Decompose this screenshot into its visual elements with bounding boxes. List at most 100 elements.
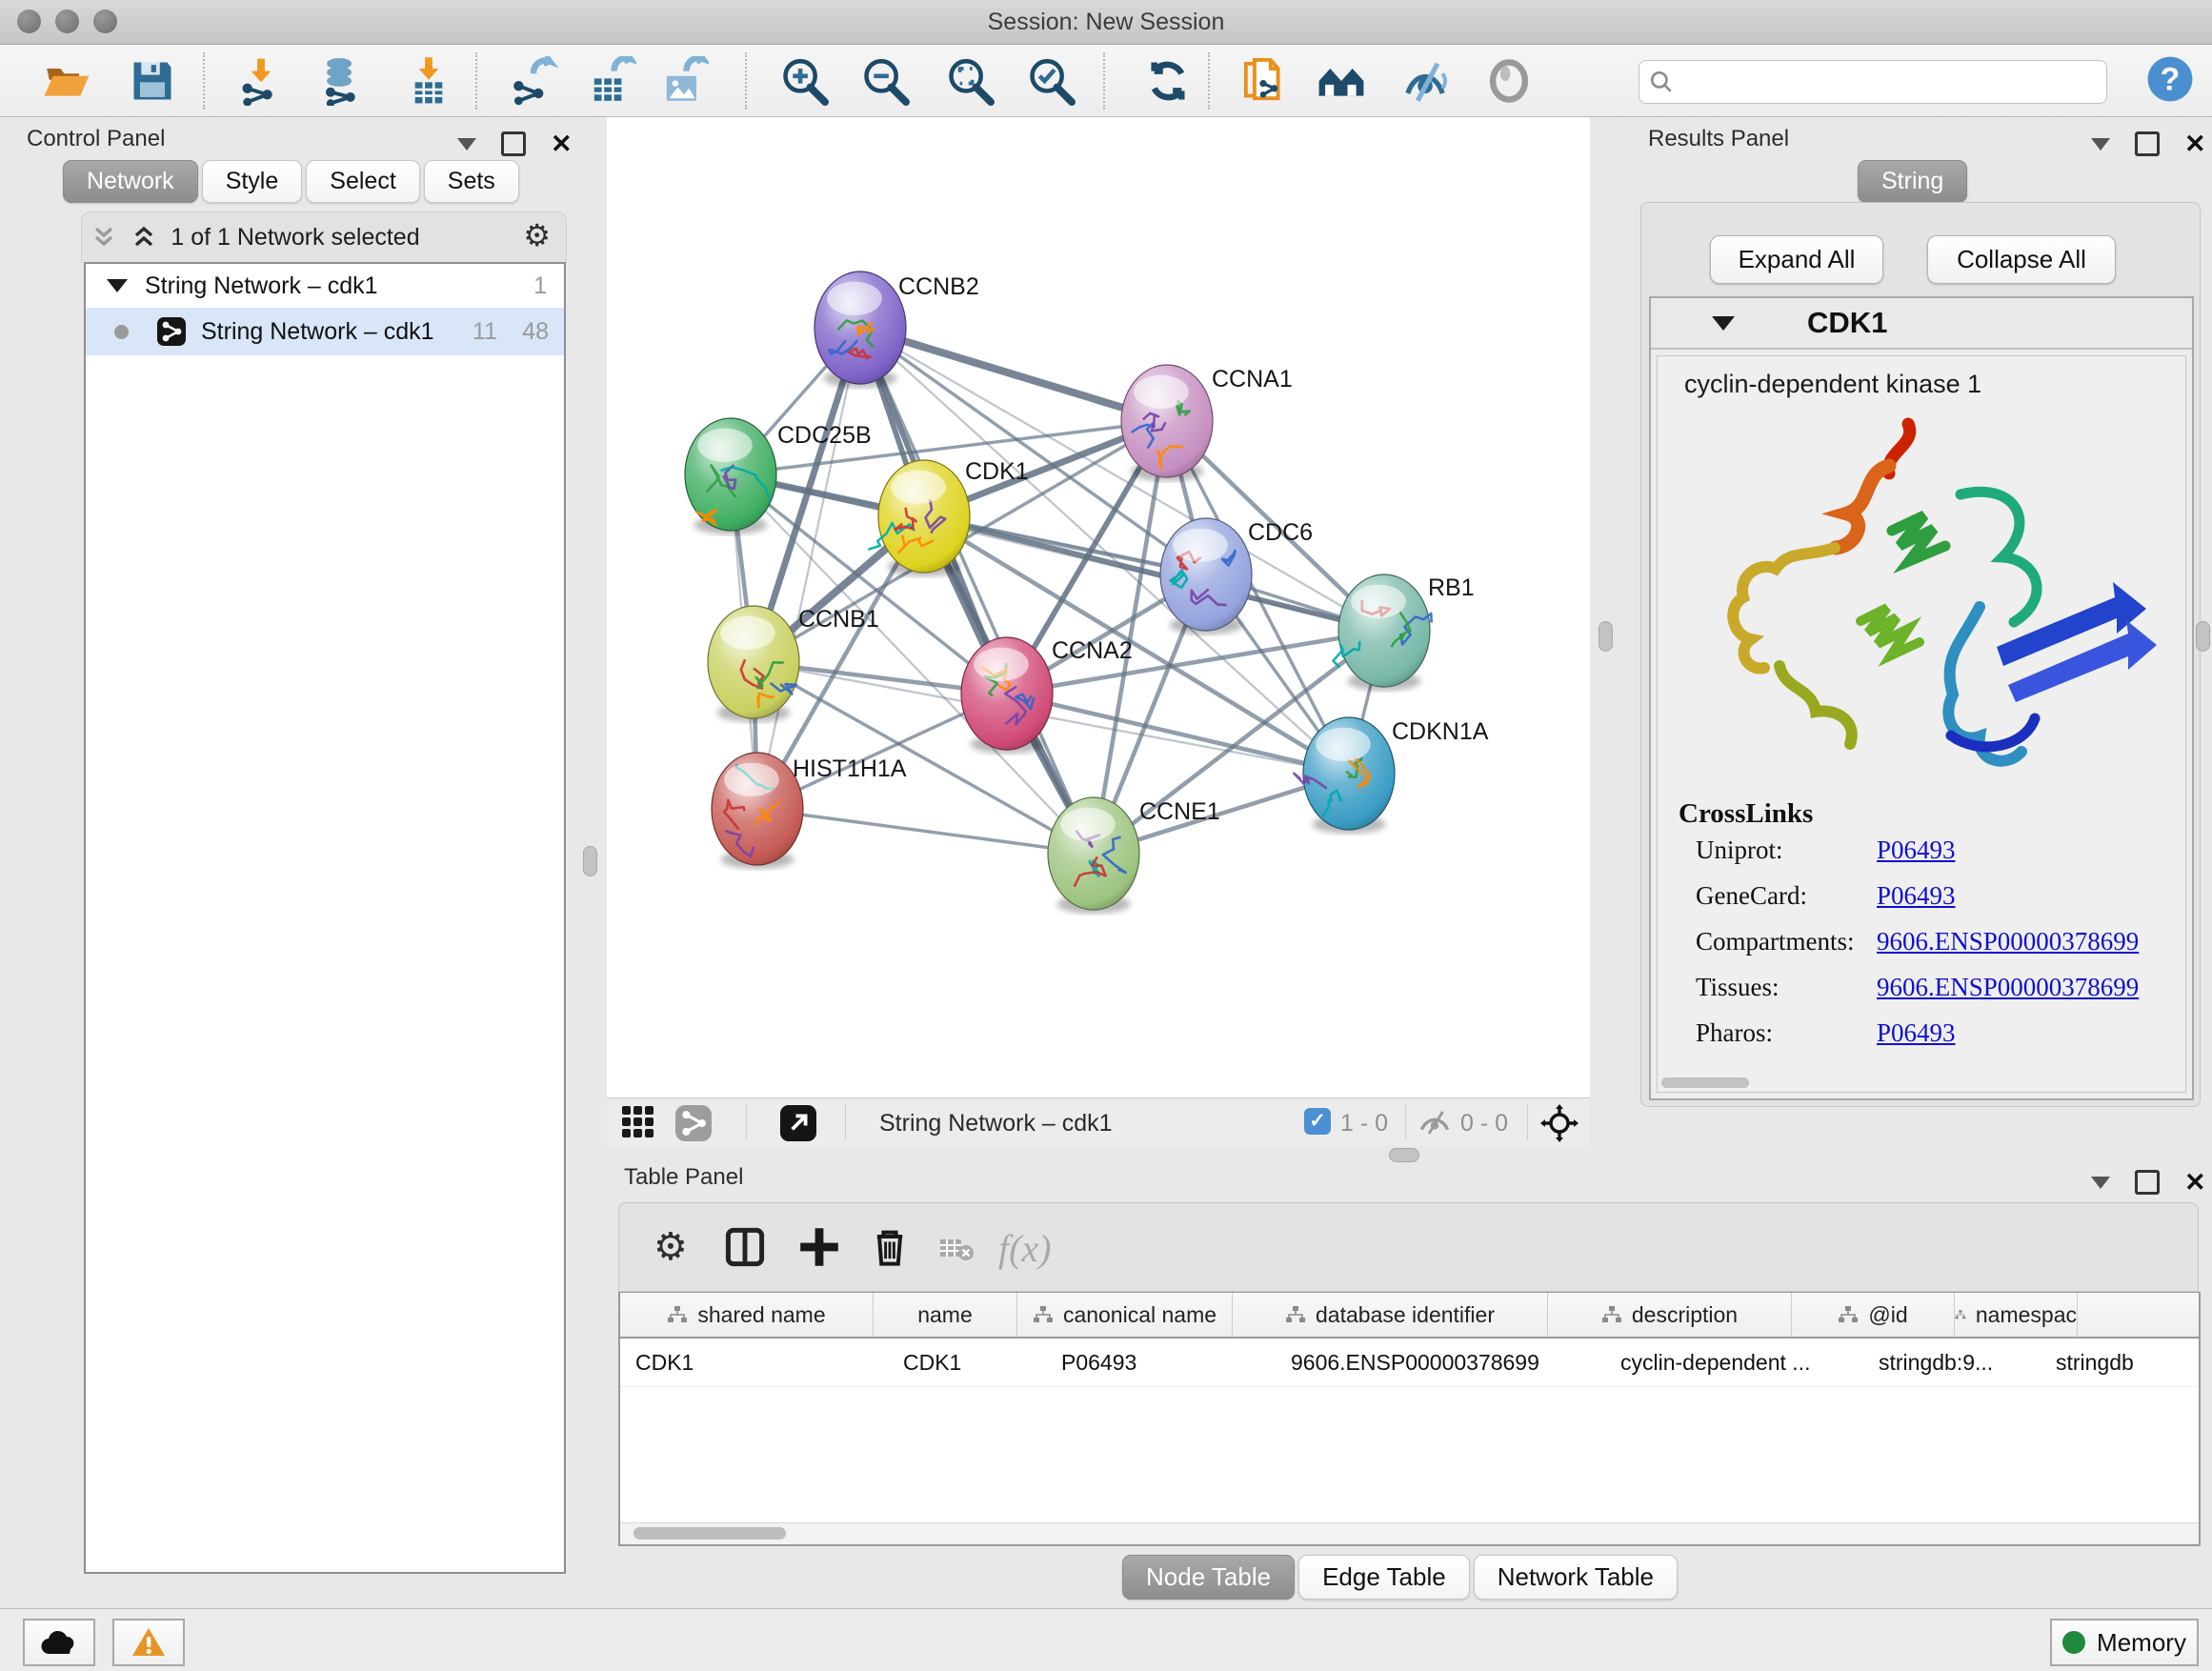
vertical-splitter-handle[interactable] bbox=[2196, 621, 2210, 652]
tab-style[interactable]: Style bbox=[202, 160, 303, 203]
float-panel-icon[interactable] bbox=[2135, 1170, 2160, 1195]
close-panel-icon[interactable]: ✕ bbox=[2184, 1173, 2206, 1192]
network-view-share-icon[interactable] bbox=[675, 1105, 712, 1141]
fit-selected-crosshair-icon[interactable] bbox=[1540, 1104, 1579, 1142]
network-node-hist1h1a[interactable]: HIST1H1A bbox=[712, 753, 907, 869]
delete-column-icon[interactable] bbox=[869, 1226, 911, 1268]
export-network-icon[interactable] bbox=[509, 56, 558, 106]
help-icon[interactable]: ? bbox=[2145, 54, 2195, 104]
column-header-namespac[interactable]: namespac bbox=[1955, 1293, 2078, 1337]
warning-status-button[interactable] bbox=[112, 1619, 185, 1666]
column-header-shared-name[interactable]: shared name bbox=[620, 1293, 874, 1337]
collapse-panel-icon[interactable] bbox=[457, 138, 476, 151]
open-in-window-icon[interactable] bbox=[780, 1105, 816, 1141]
zoom-out-icon[interactable] bbox=[860, 56, 910, 106]
table-row[interactable]: CDK1CDK1P064939606.ENSP00000378699cyclin… bbox=[620, 1339, 2199, 1387]
control-panel-header-icons: ✕ bbox=[457, 131, 573, 156]
table-cell[interactable]: CDK1 bbox=[888, 1339, 1046, 1386]
search-field[interactable] bbox=[1639, 60, 2107, 104]
search-input[interactable] bbox=[1681, 65, 2095, 99]
show-columns-icon[interactable] bbox=[724, 1226, 766, 1268]
selected-checkbox-icon[interactable]: ✓ bbox=[1304, 1108, 1331, 1135]
horizontal-splitter-handle[interactable] bbox=[1389, 1148, 1419, 1162]
expand-all-button[interactable]: Expand All bbox=[1710, 235, 1883, 284]
network-node-ccna2[interactable]: CCNA2 bbox=[961, 637, 1133, 754]
table-cell[interactable]: P06493 bbox=[1046, 1339, 1276, 1386]
protein-card-header[interactable]: CDK1 bbox=[1651, 298, 2192, 350]
export-image-icon[interactable] bbox=[659, 56, 709, 106]
float-panel-icon[interactable] bbox=[501, 131, 526, 156]
table-options-gear-icon[interactable]: ⚙ bbox=[654, 1228, 688, 1266]
vertical-splitter-handle[interactable] bbox=[583, 846, 597, 876]
table-cell[interactable]: stringdb bbox=[2041, 1339, 2178, 1386]
network-node-ccne1[interactable]: CCNE1 bbox=[1048, 797, 1220, 914]
collapse-all-button[interactable]: Collapse All bbox=[1927, 235, 2116, 284]
import-table-file-icon[interactable] bbox=[404, 56, 453, 106]
results-hscrollbar-thumb[interactable] bbox=[1661, 1077, 1749, 1088]
float-panel-icon[interactable] bbox=[2135, 131, 2160, 156]
column-header-name[interactable]: name bbox=[874, 1293, 1017, 1337]
zoom-selected-icon[interactable] bbox=[1026, 56, 1076, 106]
tab-edge-table[interactable]: Edge Table bbox=[1298, 1555, 1470, 1600]
node-label-ccne1: CCNE1 bbox=[1139, 798, 1220, 825]
column-header-database-identifier[interactable]: database identifier bbox=[1233, 1293, 1548, 1337]
network-node-ccnb2[interactable]: CCNB2 bbox=[814, 272, 979, 388]
network-canvas[interactable]: CCNB2CCNA1CDC25BCDK1CDC6RB1CCNB1CCNA2CDK… bbox=[607, 117, 1590, 1097]
network-collection-row[interactable]: String Network – cdk1 1 bbox=[86, 264, 564, 308]
close-panel-icon[interactable]: ✕ bbox=[551, 134, 573, 153]
crosslink-value-link[interactable]: P06493 bbox=[1877, 836, 1956, 865]
table-hscrollbar-thumb[interactable] bbox=[633, 1527, 786, 1540]
tab-select[interactable]: Select bbox=[306, 160, 419, 203]
tab-string[interactable]: String bbox=[1858, 160, 1967, 203]
clone-network-icon[interactable] bbox=[1238, 56, 1288, 106]
tree-expander-icon[interactable] bbox=[107, 279, 128, 292]
table-cell[interactable]: stringdb:9... bbox=[1863, 1339, 2041, 1386]
function-builder-icon[interactable]: f(x) bbox=[998, 1226, 1052, 1271]
vertical-splitter-handle[interactable] bbox=[1599, 621, 1613, 652]
network-node-cdc25b[interactable]: CDC25B bbox=[685, 418, 872, 534]
open-session-icon[interactable] bbox=[42, 56, 91, 106]
hide-graphics-icon[interactable] bbox=[1400, 56, 1450, 106]
column-header-description[interactable]: description bbox=[1548, 1293, 1792, 1337]
column-header-canonical-name[interactable]: canonical name bbox=[1017, 1293, 1233, 1337]
crosslink-value-link[interactable]: 9606.ENSP00000378699 bbox=[1877, 973, 2139, 1002]
zoom-in-icon[interactable] bbox=[779, 56, 829, 106]
export-table-icon[interactable] bbox=[587, 56, 636, 106]
network-node-cdkn1a[interactable]: CDKN1A bbox=[1294, 717, 1488, 834]
collapse-panel-icon[interactable] bbox=[2091, 138, 2110, 151]
table-hscrollbar[interactable] bbox=[620, 1522, 2199, 1544]
tab-node-table[interactable]: Node Table bbox=[1122, 1555, 1295, 1600]
hidden-eye-icon[interactable] bbox=[1418, 1109, 1451, 1136]
crosslink-label: Pharos: bbox=[1696, 1018, 1877, 1048]
crosslink-value-link[interactable]: 9606.ENSP00000378699 bbox=[1877, 927, 2139, 956]
birdseye-grid-icon[interactable] bbox=[622, 1106, 656, 1138]
refresh-view-icon[interactable] bbox=[1143, 56, 1193, 106]
crosslink-value-link[interactable]: P06493 bbox=[1877, 881, 1956, 911]
memory-button[interactable]: Memory bbox=[2050, 1619, 2199, 1666]
zoom-fit-icon[interactable] bbox=[945, 56, 995, 106]
protein-expander-icon[interactable] bbox=[1712, 316, 1735, 331]
network-graph[interactable]: CCNB2CCNA1CDC25BCDK1CDC6RB1CCNB1CCNA2CDK… bbox=[607, 117, 1590, 1097]
network-node-ccna1[interactable]: CCNA1 bbox=[1121, 365, 1293, 481]
add-column-icon[interactable] bbox=[798, 1226, 840, 1268]
tab-network-table[interactable]: Network Table bbox=[1474, 1555, 1678, 1600]
network-node-rb1[interactable]: RB1 bbox=[1334, 574, 1475, 691]
network-row-selected[interactable]: String Network – cdk1 11 48 bbox=[86, 308, 564, 355]
column-header--id[interactable]: @id bbox=[1792, 1293, 1955, 1337]
show-graphics-icon[interactable] bbox=[1484, 56, 1534, 106]
table-cell[interactable]: 9606.ENSP00000378699 bbox=[1276, 1339, 1605, 1386]
collapse-panel-icon[interactable] bbox=[2091, 1177, 2110, 1189]
delete-table-icon[interactable] bbox=[939, 1236, 974, 1262]
import-network-file-icon[interactable] bbox=[236, 56, 286, 106]
home-style-icon[interactable] bbox=[1317, 56, 1366, 106]
table-cell[interactable]: CDK1 bbox=[620, 1339, 888, 1386]
table-cell[interactable]: cyclin-dependent ... bbox=[1605, 1339, 1863, 1386]
close-panel-icon[interactable]: ✕ bbox=[2184, 134, 2206, 153]
tab-sets[interactable]: Sets bbox=[424, 160, 519, 203]
cloud-status-button[interactable] bbox=[23, 1619, 95, 1666]
save-session-icon[interactable] bbox=[128, 56, 177, 106]
network-options-gear-icon[interactable]: ⚙ bbox=[523, 220, 551, 251]
crosslink-value-link[interactable]: P06493 bbox=[1877, 1018, 1956, 1048]
import-network-database-icon[interactable] bbox=[318, 56, 368, 106]
tab-network[interactable]: Network bbox=[63, 160, 198, 203]
